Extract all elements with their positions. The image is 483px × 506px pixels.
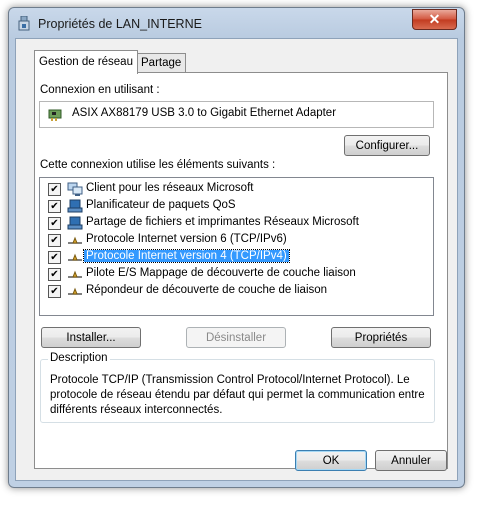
- window-title: Propriétés de LAN_INTERNE: [38, 17, 202, 31]
- tab-label: Partage: [141, 57, 182, 69]
- list-item-ipv4[interactable]: ✔ Protocole Internet version 4 (TCP/IPv4…: [40, 249, 431, 266]
- title-bar[interactable]: Propriétés de LAN_INTERNE ✕: [9, 8, 464, 38]
- install-button[interactable]: Installer...: [41, 327, 141, 348]
- checkbox[interactable]: ✔: [48, 234, 61, 247]
- list-item-lltd-mapper[interactable]: ✔ Pilote E/S Mappage de découverte de co…: [40, 266, 431, 283]
- list-item-lltd-responder[interactable]: ✔ Répondeur de découverte de couche de l…: [40, 283, 431, 300]
- item-label: Planificateur de paquets QoS: [86, 199, 236, 211]
- tab-partage[interactable]: Partage: [136, 53, 187, 73]
- description-group: Description Protocole TCP/IP (Transmissi…: [40, 352, 435, 423]
- network-protocol-icon: [68, 253, 82, 261]
- checkbox[interactable]: ✔: [48, 200, 61, 213]
- network-protocol-icon: [68, 287, 82, 295]
- connect-using-label: Connexion en utilisant :: [40, 84, 160, 96]
- network-adapter-icon: [18, 16, 30, 31]
- description-text: Protocole TCP/IP (Transmission Control P…: [50, 374, 425, 416]
- item-label: Partage de fichiers et imprimantes Résea…: [86, 216, 359, 228]
- components-label: Cette connexion utilise les éléments sui…: [40, 159, 276, 171]
- configure-button-label: Configurer...: [355, 140, 419, 152]
- tab-label: Gestion de réseau: [39, 56, 133, 68]
- item-label: Protocole Internet version 4 (TCP/IPv4): [83, 249, 290, 263]
- properties-dialog: Propriétés de LAN_INTERNE ✕ Gestion de r…: [8, 7, 465, 488]
- checkbox[interactable]: ✔: [48, 183, 61, 196]
- checkbox[interactable]: ✔: [48, 251, 61, 264]
- list-item-file-sharing[interactable]: ✔ Partage de fichiers et imprimantes Rés…: [40, 215, 431, 232]
- adapter-field: ASIX AX88179 USB 3.0 to Gigabit Ethernet…: [39, 101, 434, 128]
- ok-button-label: OK: [322, 455, 340, 467]
- uninstall-button: Désinstaller: [186, 327, 286, 348]
- properties-button[interactable]: Propriétés: [331, 327, 431, 348]
- cancel-button-label: Annuler: [391, 455, 431, 467]
- tab-gestion-de-reseau[interactable]: Gestion de réseau: [34, 50, 138, 74]
- checkbox[interactable]: ✔: [48, 217, 61, 230]
- close-icon: ✕: [428, 11, 441, 27]
- network-client-icon: [67, 182, 83, 196]
- properties-button-label: Propriétés: [354, 332, 408, 344]
- network-card-icon: [48, 109, 62, 121]
- checkbox[interactable]: ✔: [48, 285, 61, 298]
- list-item-ipv6[interactable]: ✔ Protocole Internet version 6 (TCP/IPv6…: [40, 232, 431, 249]
- network-service-icon: [67, 216, 83, 230]
- cancel-button[interactable]: Annuler: [375, 450, 447, 471]
- configure-button[interactable]: Configurer...: [344, 135, 430, 156]
- components-list[interactable]: ✔ Client pour les réseaux Microsoft ✔ Pl…: [39, 177, 434, 316]
- checkbox[interactable]: ✔: [48, 268, 61, 281]
- network-protocol-icon: [68, 236, 82, 244]
- close-button[interactable]: ✕: [412, 9, 457, 30]
- adapter-name: ASIX AX88179 USB 3.0 to Gigabit Ethernet…: [72, 107, 337, 119]
- uninstall-button-label: Désinstaller: [205, 332, 267, 344]
- description-legend: Description: [48, 352, 110, 364]
- item-label: Client pour les réseaux Microsoft: [86, 182, 254, 194]
- network-service-icon: [67, 199, 83, 213]
- item-label: Protocole Internet version 6 (TCP/IPv6): [86, 233, 287, 245]
- install-button-label: Installer...: [66, 332, 116, 344]
- item-label: Répondeur de découverte de couche de lia…: [86, 284, 328, 296]
- list-item-client-microsoft[interactable]: ✔ Client pour les réseaux Microsoft: [40, 181, 431, 198]
- ok-button[interactable]: OK: [295, 450, 367, 471]
- list-item-qos[interactable]: ✔ Planificateur de paquets QoS: [40, 198, 431, 215]
- network-protocol-icon: [68, 270, 82, 278]
- item-label: Pilote E/S Mappage de découverte de couc…: [86, 267, 356, 279]
